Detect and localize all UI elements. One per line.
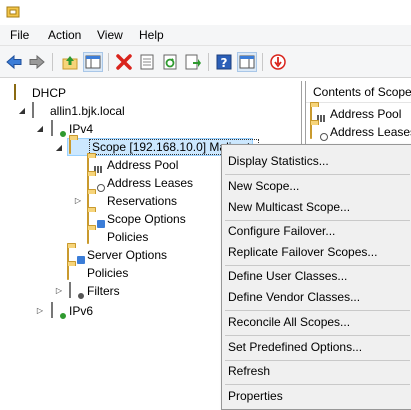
back-arrow-icon (6, 54, 22, 70)
show-hide-console-tree-button[interactable] (83, 52, 103, 72)
help-button[interactable]: ? (214, 52, 234, 72)
toolbar-separator (262, 53, 263, 71)
menu-item-define-vendor-classes[interactable]: Define Vendor Classes... (228, 290, 360, 304)
show-hide-tree-icon (85, 55, 101, 69)
tree-label: Policies (87, 266, 129, 280)
menu-separator (225, 335, 410, 336)
expand-arrow-icon[interactable]: ▷ (35, 306, 45, 315)
menu-item-define-user-classes[interactable]: Define User Classes... (228, 269, 347, 283)
delete-button[interactable] (114, 52, 134, 72)
menu-item-reconcile-all-scopes[interactable]: Reconcile All Scopes... (228, 315, 350, 329)
collapse-arrow-icon[interactable]: ◢ (54, 143, 64, 152)
tree-label: IPv6 (69, 304, 94, 318)
tree-label: Address Leases (107, 176, 194, 190)
tree-label: Scope Options (107, 212, 186, 226)
svg-text:?: ? (221, 56, 228, 70)
menu-item-replicate-failover-scopes[interactable]: Replicate Failover Scopes... (228, 245, 377, 259)
server-icon (30, 102, 46, 119)
expand-arrow-icon[interactable]: ▷ (73, 196, 83, 205)
tree-node-reservations[interactable]: Reservations (87, 192, 177, 210)
menu-separator (225, 174, 410, 175)
policies-icon (67, 264, 83, 281)
menu-item-set-predefined-options[interactable]: Set Predefined Options... (228, 340, 362, 354)
show-hide-action-pane-button[interactable] (237, 52, 257, 72)
collapse-arrow-icon[interactable]: ◢ (35, 124, 45, 133)
delete-icon (116, 54, 132, 70)
help-icon: ? (216, 54, 232, 70)
tree-label: Address Pool (107, 158, 179, 172)
menu-separator (225, 384, 410, 385)
refresh-icon (163, 54, 177, 70)
tree-label: DHCP (32, 86, 67, 100)
dhcp-icon (12, 84, 28, 101)
tree-node-ipv6[interactable]: IPv6 (49, 302, 93, 320)
menu-item-display-statistics[interactable]: Display Statistics... (228, 154, 329, 168)
collapse-arrow-icon[interactable]: ◢ (17, 106, 27, 115)
menu-item-new-scope[interactable]: New Scope... (228, 179, 299, 193)
up-one-level-button[interactable] (60, 52, 80, 72)
menu-help[interactable]: Help (139, 28, 164, 42)
details-item-address-pool[interactable]: Address Pool (310, 105, 401, 123)
details-item-label: Address Leases (330, 125, 411, 139)
properties-button[interactable] (137, 52, 157, 72)
tree-label: Filters (87, 284, 120, 298)
up-folder-icon (62, 56, 78, 70)
menu-separator (225, 265, 410, 266)
ipv4-icon (49, 120, 67, 138)
menu-bar: File Action View Help (0, 25, 411, 46)
forward-button[interactable] (27, 52, 47, 72)
properties-icon (140, 54, 154, 70)
tree-node-address-pool[interactable]: Address Pool (87, 156, 178, 174)
menu-action[interactable]: Action (48, 28, 81, 42)
context-menu: Display Statistics... New Scope... New M… (221, 144, 411, 410)
details-item-address-leases[interactable]: Address Leases (310, 123, 411, 141)
tree-label: Reservations (107, 194, 178, 208)
address-leases-icon (310, 123, 328, 141)
dhcp-app-icon (6, 6, 20, 18)
tree-node-filters[interactable]: Filters (67, 282, 120, 300)
deactivate-button[interactable] (268, 52, 288, 72)
export-list-icon (185, 54, 201, 70)
tree-node-scope-options[interactable]: Scope Options (87, 210, 186, 228)
show-action-pane-icon (239, 55, 255, 69)
ipv6-icon (49, 302, 67, 320)
tree-label: Policies (107, 230, 149, 244)
menu-separator (225, 310, 410, 311)
expand-arrow-icon[interactable]: ▷ (54, 286, 64, 295)
folder-icon (69, 138, 85, 155)
tree-node-policies[interactable]: Policies (67, 264, 128, 282)
menu-item-properties[interactable]: Properties (228, 389, 283, 403)
tree-node-server[interactable]: allin1.bjk.local (30, 102, 125, 120)
menu-view[interactable]: View (97, 28, 123, 42)
tree-label: allin1.bjk.local (50, 104, 125, 118)
tree-node-address-leases[interactable]: Address Leases (87, 174, 193, 192)
toolbar-separator (208, 53, 209, 71)
tree-node-dhcp[interactable]: DHCP (12, 84, 66, 102)
tree-node-server-options[interactable]: Server Options (67, 246, 167, 264)
tree-node-scope-policies[interactable]: Policies (87, 228, 148, 246)
menu-separator (225, 220, 410, 221)
menu-item-new-multicast-scope[interactable]: New Multicast Scope... (228, 200, 350, 214)
menu-file[interactable]: File (10, 28, 29, 42)
policies-icon (87, 228, 103, 245)
forward-arrow-icon (29, 54, 45, 70)
details-item-label: Address Pool (330, 107, 402, 121)
menu-item-configure-failover[interactable]: Configure Failover... (228, 224, 335, 238)
menu-separator (225, 360, 410, 361)
back-button[interactable] (4, 52, 24, 72)
toolbar-separator (108, 53, 109, 71)
menu-item-refresh[interactable]: Refresh (228, 364, 270, 378)
details-header: Contents of Scope (306, 81, 411, 103)
toolbar-separator (52, 53, 53, 71)
tree-label: IPv4 (69, 122, 94, 136)
export-list-button[interactable] (183, 52, 203, 72)
filters-icon (67, 282, 85, 300)
toolbar: ? (0, 46, 411, 78)
deactivate-icon (270, 54, 286, 70)
tree-label: Server Options (87, 248, 168, 262)
title-bar (0, 0, 411, 25)
refresh-button[interactable] (160, 52, 180, 72)
